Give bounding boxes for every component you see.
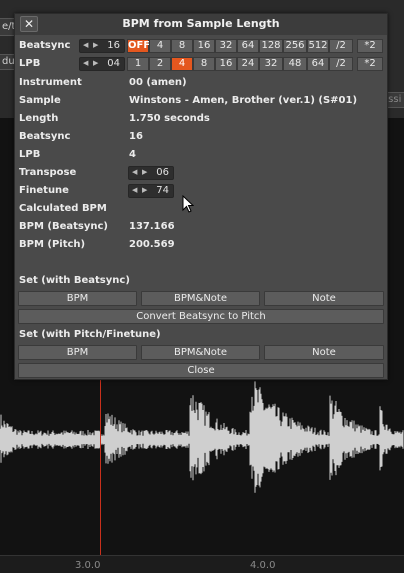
close-button[interactable]: Close xyxy=(18,363,384,378)
beatsync-option-512[interactable]: 512 xyxy=(307,39,329,53)
waveform xyxy=(0,381,404,493)
beatsync-info-label: Beatsync xyxy=(19,131,71,142)
bpm-dialog: ✕ BPM from Sample Length Beatsync ◀ ▶ 16… xyxy=(14,13,388,380)
lpb-option-1[interactable]: 1 xyxy=(127,57,149,71)
dialog-title: BPM from Sample Length xyxy=(122,17,280,30)
lpb-info-label: LPB xyxy=(19,149,41,160)
bpm-beatsync-label: BPM (Beatsync) xyxy=(19,221,108,232)
beatsync-valuebox[interactable]: ◀ ▶ 16 xyxy=(79,39,125,53)
beatsync-option-4[interactable]: 4 xyxy=(149,39,171,53)
beatsync-option-128[interactable]: 128 xyxy=(259,39,283,53)
transpose-valuebox[interactable]: ◀ ▶ 06 xyxy=(128,166,174,180)
lpb-option-24[interactable]: 24 xyxy=(237,57,259,71)
beatsync-mul2-button[interactable]: *2 xyxy=(357,39,383,53)
lpb-div2-button[interactable]: /2 xyxy=(329,57,353,71)
lpb-option-16[interactable]: 16 xyxy=(215,57,237,71)
beatsync-option-OFF[interactable]: OFF xyxy=(127,39,150,53)
decrement-arrow-icon[interactable]: ◀ xyxy=(83,59,88,67)
instrument-label: Instrument xyxy=(19,77,82,88)
decrement-arrow-icon[interactable]: ◀ xyxy=(83,41,88,49)
lpb-option-32[interactable]: 32 xyxy=(259,57,283,71)
playhead-marker[interactable] xyxy=(100,380,101,555)
transpose-label: Transpose xyxy=(19,167,77,178)
beatsync-option-8[interactable]: 8 xyxy=(171,39,193,53)
transpose-value: 06 xyxy=(156,167,169,178)
beatsync-option-32[interactable]: 32 xyxy=(215,39,237,53)
lpb-option-8[interactable]: 8 xyxy=(193,57,215,71)
set-beatsync-note-button[interactable]: Note xyxy=(264,291,384,306)
lpb-mul2-button[interactable]: *2 xyxy=(357,57,383,71)
lpb-option-2[interactable]: 2 xyxy=(149,57,171,71)
bpm-pitch-label: BPM (Pitch) xyxy=(19,239,86,250)
beatsync-label: Beatsync xyxy=(19,40,71,51)
lpb-option-64[interactable]: 64 xyxy=(307,57,329,71)
timeline-ruler[interactable]: 3.0.0 4.0.0 xyxy=(0,555,404,573)
lpb-valuebox[interactable]: ◀ ▶ 04 xyxy=(79,57,125,71)
lpb-info-value: 4 xyxy=(129,149,136,160)
length-label: Length xyxy=(19,113,59,124)
length-value: 1.750 seconds xyxy=(129,113,210,124)
lpb-option-48[interactable]: 48 xyxy=(283,57,307,71)
increment-arrow-icon[interactable]: ▶ xyxy=(93,59,98,67)
lpb-value: 04 xyxy=(107,58,120,69)
finetune-valuebox[interactable]: ◀ ▶ 74 xyxy=(128,184,174,198)
beatsync-option-64[interactable]: 64 xyxy=(237,39,259,53)
lpb-option-4[interactable]: 4 xyxy=(171,57,193,71)
beatsync-div2-button[interactable]: /2 xyxy=(329,39,353,53)
set-pitch-bpm-button[interactable]: BPM xyxy=(18,345,137,360)
convert-beatsync-to-pitch-button[interactable]: Convert Beatsync to Pitch xyxy=(18,309,384,324)
instrument-value: 00 (amen) xyxy=(129,77,187,88)
decrement-arrow-icon[interactable]: ◀ xyxy=(132,186,137,194)
beatsync-info-value: 16 xyxy=(129,131,143,142)
beatsync-option-256[interactable]: 256 xyxy=(283,39,307,53)
increment-arrow-icon[interactable]: ▶ xyxy=(142,186,147,194)
set-beatsync-bpm-button[interactable]: BPM xyxy=(18,291,137,306)
waveform-trace xyxy=(0,381,404,493)
bpm-beatsync-value: 137.166 xyxy=(129,221,175,232)
beatsync-option-16[interactable]: 16 xyxy=(193,39,215,53)
sample-label: Sample xyxy=(19,95,61,106)
finetune-label: Finetune xyxy=(19,185,69,196)
increment-arrow-icon[interactable]: ▶ xyxy=(142,168,147,176)
decrement-arrow-icon[interactable]: ◀ xyxy=(132,168,137,176)
finetune-value: 74 xyxy=(156,185,169,196)
beatsync-value: 16 xyxy=(107,40,120,51)
increment-arrow-icon[interactable]: ▶ xyxy=(93,41,98,49)
timeline-label: 3.0.0 xyxy=(75,560,101,571)
lpb-label: LPB xyxy=(19,58,41,69)
dialog-titlebar[interactable]: ✕ BPM from Sample Length xyxy=(15,14,387,35)
set-pitch-bpm-note-button[interactable]: BPM&Note xyxy=(141,345,260,360)
sample-value: Winstons - Amen, Brother (ver.1) (S#01) xyxy=(129,95,358,106)
timeline-label: 4.0.0 xyxy=(250,560,276,571)
mouse-pointer-icon xyxy=(182,195,194,213)
set-pitch-heading: Set (with Pitch/Finetune) xyxy=(19,329,161,340)
bpm-pitch-value: 200.569 xyxy=(129,239,175,250)
set-beatsync-bpm-note-button[interactable]: BPM&Note xyxy=(141,291,260,306)
calculated-bpm-heading: Calculated BPM xyxy=(19,203,107,214)
set-pitch-note-button[interactable]: Note xyxy=(264,345,384,360)
set-beatsync-heading: Set (with Beatsync) xyxy=(19,275,130,286)
